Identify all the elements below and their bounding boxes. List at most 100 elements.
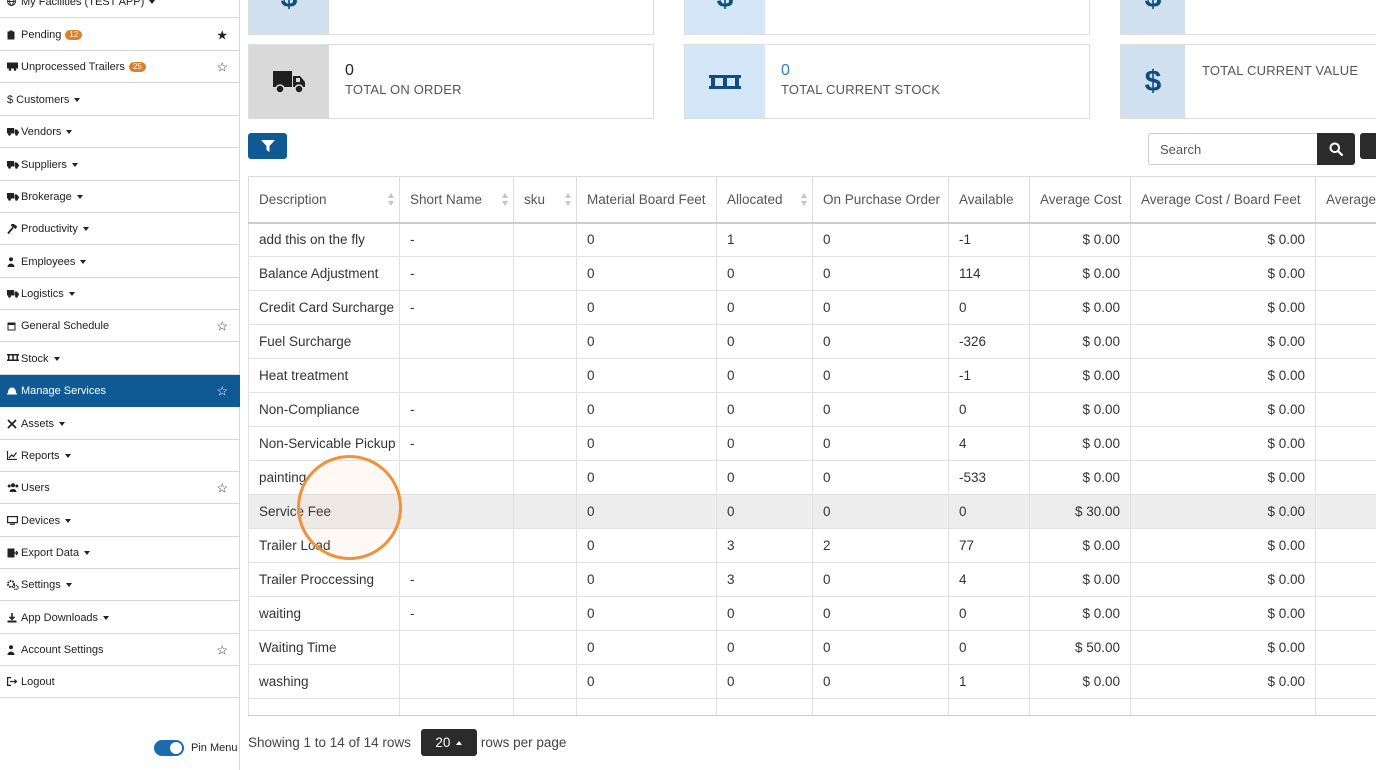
columns-button[interactable] [1360, 133, 1376, 159]
table-cell [513, 324, 577, 359]
table-row[interactable]: Trailer Load 0 3 2 77 $ 0.00 $ 0.00 [248, 528, 1376, 563]
table-cell [1315, 528, 1376, 563]
sidebar-item-label: Users [21, 481, 50, 494]
column-header-description[interactable]: Description [248, 176, 400, 224]
column-header-label: Average [1326, 191, 1376, 207]
sidebar-item-vendors[interactable]: Vendors [0, 116, 240, 148]
sidebar-item-unprocessed-trailers[interactable]: Unprocessed Trailers 25 ☆ [0, 51, 240, 83]
sidebar-item-logout[interactable]: Logout [0, 666, 240, 698]
table-row[interactable]: add this on the fly -0 1 0 -1 $ 0.00 $ 0.00 [248, 222, 1376, 257]
sidebar-item-label: Devices [21, 514, 61, 527]
tools-icon [7, 419, 17, 429]
column-header-label: On Purchase Order [823, 191, 941, 207]
table-cell: Waiting Time [248, 630, 400, 665]
star-outline-icon[interactable]: ☆ [216, 481, 228, 494]
top-card-partial-3: $ [1120, 0, 1376, 35]
search-button[interactable] [1317, 133, 1355, 165]
dollar-icon: $ [1121, 45, 1185, 118]
table-cell: 2 [812, 528, 949, 563]
table-row[interactable]: waiting -0 0 0 0 $ 0.00 $ 0.00 [248, 596, 1376, 631]
column-header-average-cost-board-feet[interactable]: Average Cost / Board Feet [1130, 176, 1316, 224]
total-current-stock-value[interactable]: 0 [781, 62, 790, 80]
sidebar-item-logistics[interactable]: Logistics [0, 278, 240, 310]
table-cell: $ 0.00 [1130, 256, 1316, 291]
chart-icon [7, 451, 17, 460]
sidebar-item-users[interactable]: Users ☆ [0, 472, 240, 504]
table-cell: $ 0.00 [1029, 664, 1131, 699]
table-cell [399, 494, 514, 529]
sidebar-item-label: Manage Services [21, 384, 106, 397]
total-current-stock-label: TOTAL CURRENT STOCK [781, 82, 941, 97]
column-header-short-name[interactable]: Short Name [399, 176, 514, 224]
hammer-icon [7, 224, 17, 234]
column-header-on-purchase-order[interactable]: On Purchase Order [812, 176, 949, 224]
table-row[interactable]: Service Fee 0 0 0 0 $ 30.00 $ 0.00 [248, 494, 1376, 529]
table-cell: 0 [716, 392, 813, 427]
table-row[interactable]: painting 0 0 0 -533 $ 0.00 $ 0.00 [248, 460, 1376, 495]
sort-icon [502, 193, 508, 207]
sidebar-item-productivity[interactable]: Productivity [0, 213, 240, 245]
column-header-material-board-feet[interactable]: Material Board Feet [576, 176, 717, 224]
pin-menu-toggle[interactable] [154, 740, 184, 756]
sidebar-item-customers[interactable]: $ Customers [0, 84, 240, 116]
trailer-icon [7, 62, 18, 71]
table-cell: 0 [576, 562, 717, 597]
top-card-partial-2: $ [684, 0, 1090, 35]
total-current-value-label: TOTAL CURRENT VALUE [1202, 63, 1359, 78]
table-row[interactable]: Balance Adjustment -0 0 0 114 $ 0.00 $ 0.00 [248, 256, 1376, 291]
page-size-dropdown[interactable]: 20 [420, 729, 477, 756]
sidebar-item-general-schedule[interactable]: General Schedule ☆ [0, 310, 240, 342]
column-header-available[interactable]: Available [948, 176, 1030, 224]
table-cell: Non-Servicable Pickup [248, 426, 400, 461]
sidebar-item-my-facilities-test-app[interactable]: My Facilities (TEST APP) [0, 0, 240, 18]
star-outline-icon[interactable]: ☆ [216, 643, 228, 656]
sidebar-item-reports[interactable]: Reports [0, 440, 240, 472]
column-header-sku[interactable]: sku [513, 176, 577, 224]
column-header-average-cost[interactable]: Average Cost [1029, 176, 1131, 224]
table-cell [513, 698, 577, 715]
table-cell: 1 [716, 222, 813, 257]
column-header-average[interactable]: Average [1315, 176, 1376, 224]
star-outline-icon[interactable]: ☆ [216, 60, 228, 73]
table-row[interactable]: Heat treatment 0 0 0 -1 $ 0.00 $ 0.00 [248, 358, 1376, 393]
table-cell [399, 528, 514, 563]
table-row[interactable]: Non-Servicable Pickup -0 0 0 4 $ 0.00 $ 0.00 [248, 426, 1376, 461]
table-row[interactable]: Waiting Time 0 0 0 0 $ 50.00 $ 0.00 [248, 630, 1376, 665]
table-row[interactable]: Non-Compliance -0 0 0 0 $ 0.00 $ 0.00 [248, 392, 1376, 427]
sidebar-item-pending[interactable]: Pending 12 ★ [0, 19, 240, 51]
star-filled-icon[interactable]: ★ [216, 28, 228, 41]
sidebar-item-settings[interactable]: Settings [0, 569, 240, 601]
pin-menu-label: Pin Menu [191, 742, 238, 754]
table-cell [1029, 698, 1131, 715]
truck-icon [7, 127, 19, 136]
sidebar-item-stock[interactable]: Stock [0, 343, 240, 375]
sidebar-item-app-downloads[interactable]: App Downloads [0, 602, 240, 634]
table-row[interactable]: washing 0 0 0 1 $ 0.00 $ 0.00 [248, 664, 1376, 699]
sidebar-item-assets[interactable]: Assets [0, 408, 240, 440]
table-cell: 0 [716, 494, 813, 529]
table-cell [1315, 324, 1376, 359]
search-input[interactable] [1148, 133, 1318, 165]
sidebar-item-employees[interactable]: Employees [0, 246, 240, 278]
table-cell [513, 596, 577, 631]
table-cell: - [399, 392, 514, 427]
table-cell: $ 30.00 [1029, 494, 1131, 529]
filter-button[interactable] [248, 133, 287, 159]
table-cell: 0 [576, 392, 717, 427]
table-cell: $ 0.00 [1130, 358, 1316, 393]
sidebar-item-devices[interactable]: Devices [0, 505, 240, 537]
table-cell [399, 358, 514, 393]
table-row[interactable]: Fuel Surcharge 0 0 0 -326 $ 0.00 $ 0.00 [248, 324, 1376, 359]
sidebar-item-export-data[interactable]: Export Data [0, 537, 240, 569]
column-header-label: Material Board Feet [587, 191, 706, 207]
table-row[interactable]: Trailer Proccessing -0 3 0 4 $ 0.00 $ 0.00 [248, 562, 1376, 597]
sidebar-item-brokerage[interactable]: Brokerage [0, 181, 240, 213]
star-outline-icon[interactable]: ☆ [216, 319, 228, 332]
table-row[interactable]: Credit Card Surcharge -0 0 0 0 $ 0.00 $ 0.00 [248, 290, 1376, 325]
column-header-allocated[interactable]: Allocated [716, 176, 813, 224]
sidebar-item-suppliers[interactable]: Suppliers [0, 149, 240, 181]
star-outline-icon[interactable]: ☆ [216, 384, 228, 397]
sidebar-item-manage-services[interactable]: Manage Services ☆ [0, 375, 240, 407]
column-header-label: sku [524, 191, 546, 207]
sidebar-item-account-settings[interactable]: Account Settings ☆ [0, 634, 240, 666]
